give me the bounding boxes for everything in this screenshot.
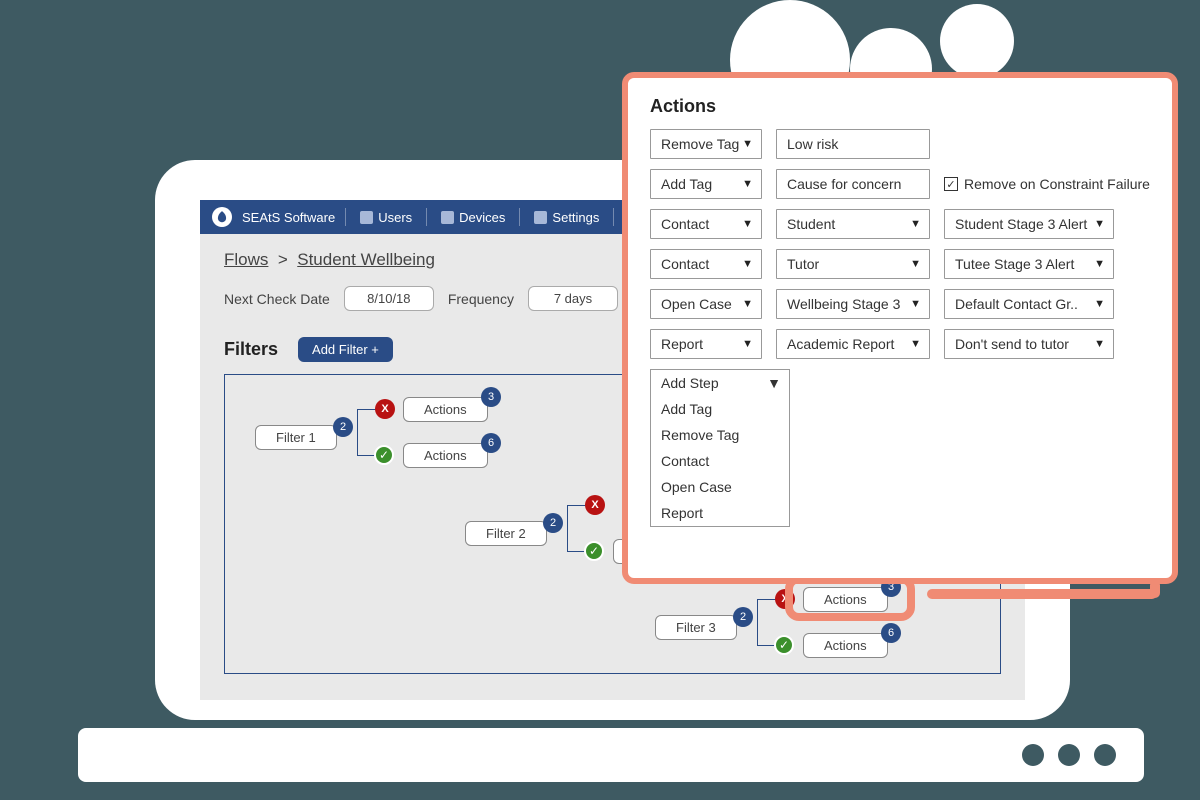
chevron-down-icon: ▼ xyxy=(742,258,753,270)
chevron-down-icon: ▼ xyxy=(742,218,753,230)
dropdown-label: Tutor xyxy=(787,256,819,272)
action-value-input[interactable]: Cause for concern xyxy=(776,169,930,199)
dropdown-label: Don't send to tutor xyxy=(955,336,1069,352)
action-type-dropdown[interactable]: Contact ▼ xyxy=(650,249,762,279)
add-step-option[interactable]: Open Case xyxy=(651,474,789,500)
action-type-dropdown[interactable]: Contact ▼ xyxy=(650,209,762,239)
dropdown-label: Report xyxy=(661,336,703,352)
add-step-option[interactable]: Report xyxy=(651,500,789,526)
decorative-bubble xyxy=(940,4,1014,78)
actions-title: Actions xyxy=(650,96,1150,117)
dropdown-label: Student xyxy=(787,216,835,232)
action-target-dropdown[interactable]: Academic Report ▼ xyxy=(776,329,930,359)
checkbox-icon: ✓ xyxy=(944,177,958,191)
action-template-dropdown[interactable]: Default Contact Gr.. ▼ xyxy=(944,289,1114,319)
action-type-dropdown[interactable]: Remove Tag▼ xyxy=(650,129,762,159)
chevron-down-icon: ▼ xyxy=(1094,338,1105,350)
action-target-dropdown[interactable]: Tutor ▼ xyxy=(776,249,930,279)
dropdown-label: Wellbeing Stage 3 xyxy=(787,296,900,312)
chevron-down-icon: ▼ xyxy=(742,298,753,310)
dot-icon xyxy=(1022,744,1044,766)
action-type-dropdown[interactable]: Report ▼ xyxy=(650,329,762,359)
dot-icon xyxy=(1058,744,1080,766)
dropdown-label: Contact xyxy=(661,216,709,232)
add-step-option[interactable]: Remove Tag xyxy=(651,422,789,448)
remove-on-failure-checkbox[interactable]: ✓ Remove on Constraint Failure xyxy=(944,176,1150,192)
dropdown-label: Default Contact Gr.. xyxy=(955,296,1078,312)
action-type-dropdown[interactable]: Open Case ▼ xyxy=(650,289,762,319)
action-target-dropdown[interactable]: Wellbeing Stage 3 ▼ xyxy=(776,289,930,319)
laptop-base xyxy=(78,728,1144,782)
action-type-dropdown[interactable]: Add Tag ▼ xyxy=(650,169,762,199)
action-template-dropdown[interactable]: Don't send to tutor ▼ xyxy=(944,329,1114,359)
dropdown-label: Remove Tag xyxy=(661,136,739,152)
dropdown-label: Open Case xyxy=(661,296,732,312)
chevron-down-icon: ▼ xyxy=(742,338,753,350)
dropdown-label: Contact xyxy=(661,256,709,272)
add-step-menu: Add Step ▼ Add Tag Remove Tag Contact Ope… xyxy=(650,369,790,527)
chevron-down-icon: ▼ xyxy=(767,375,781,391)
action-target-dropdown[interactable]: Student ▼ xyxy=(776,209,930,239)
chevron-down-icon: ▼ xyxy=(742,138,753,150)
decorative-dots xyxy=(1022,744,1116,766)
chevron-down-icon: ▼ xyxy=(742,178,753,190)
dropdown-label: Academic Report xyxy=(787,336,894,352)
dropdown-label: Tutee Stage 3 Alert xyxy=(955,256,1074,272)
dropdown-label: Add Tag xyxy=(661,176,712,192)
checkbox-label: Remove on Constraint Failure xyxy=(964,176,1150,192)
chevron-down-icon: ▼ xyxy=(910,298,921,310)
chevron-down-icon: ▼ xyxy=(1094,258,1105,270)
actions-popover: Actions Remove Tag▼ Low risk Add Tag▼ Ca… xyxy=(622,72,1178,584)
chevron-down-icon: ▼ xyxy=(1094,218,1105,230)
action-value-input[interactable]: Low risk xyxy=(776,129,930,159)
chevron-down-icon: ▼ xyxy=(910,338,921,350)
add-step-dropdown[interactable]: Add Step ▼ xyxy=(651,370,789,396)
chevron-down-icon: ▼ xyxy=(910,258,921,270)
chevron-down-icon: ▼ xyxy=(910,218,921,230)
action-template-dropdown[interactable]: Tutee Stage 3 Alert ▼ xyxy=(944,249,1114,279)
add-step-option[interactable]: Contact xyxy=(651,448,789,474)
dropdown-label: Add Step xyxy=(661,375,719,391)
add-step-option[interactable]: Add Tag xyxy=(651,396,789,422)
dropdown-label: Student Stage 3 Alert xyxy=(955,216,1087,232)
action-template-dropdown[interactable]: Student Stage 3 Alert ▼ xyxy=(944,209,1114,239)
chevron-down-icon: ▼ xyxy=(1094,298,1105,310)
dot-icon xyxy=(1094,744,1116,766)
callout-connector xyxy=(927,589,1157,599)
